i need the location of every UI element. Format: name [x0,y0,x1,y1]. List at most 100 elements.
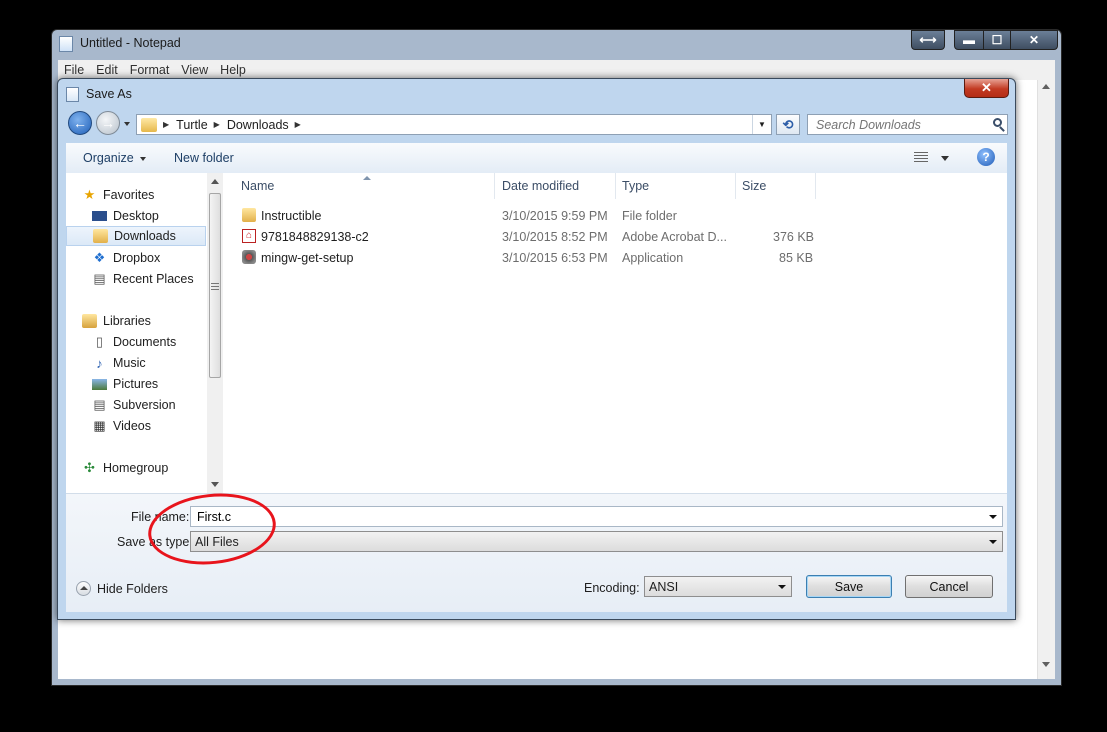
documents-icon: ▯ [95,334,104,349]
nav-label: Videos [113,419,151,433]
column-header-type[interactable]: Type [616,173,736,199]
nav-label: Favorites [103,188,155,202]
search-box[interactable] [807,114,1008,135]
menu-file[interactable]: File [58,63,90,77]
refresh-button[interactable]: ⟲ [776,114,800,135]
hide-folders-button[interactable]: Hide Folders [76,581,168,596]
column-header-date-modified[interactable]: Date modified [496,173,616,199]
scroll-down-arrow-icon[interactable] [211,482,219,487]
help-button[interactable]: ? [977,148,995,166]
chevron-down-icon[interactable] [775,577,789,596]
chevron-down-icon[interactable]: ▼ [752,115,771,134]
expand-icon[interactable]: ⟷ [911,30,945,50]
notepad-close-button[interactable]: ✕ [1010,30,1058,50]
minimize-button[interactable]: ▬ [954,30,984,50]
file-type: Application [622,251,684,265]
navigation-scrollbar[interactable] [207,173,223,493]
nav-videos[interactable]: ▦ Videos [92,416,206,436]
nav-documents[interactable]: ▯ Documents [92,332,206,352]
organize-label: Organize [83,151,134,165]
scroll-up-arrow-icon[interactable] [1042,84,1050,89]
nav-pictures[interactable]: Pictures [92,374,206,394]
recent-places-icon: ▤ [93,271,106,286]
breadcrumb-turtle[interactable]: Turtle [176,118,208,132]
recent-locations-dropdown-icon[interactable] [124,122,130,126]
file-name: mingw-get-setup [261,251,354,265]
file-date: 3/10/2015 8:52 PM [502,230,608,244]
scroll-down-arrow-icon[interactable] [1042,662,1050,667]
nav-libraries[interactable]: Libraries [82,311,206,331]
nav-music[interactable]: ♪ Music [92,353,206,373]
back-button[interactable]: ← [68,111,92,135]
collapse-arrow-icon [76,581,91,596]
chevron-down-icon[interactable] [986,532,1000,551]
notepad-menubar: File Edit Format View Help [58,60,1055,80]
search-icon[interactable] [993,118,1002,127]
chevron-down-icon [139,156,146,161]
file-date: 3/10/2015 9:59 PM [502,209,608,223]
encoding-value: ANSI [649,579,679,594]
scroll-up-arrow-icon[interactable] [211,179,219,184]
organize-button[interactable]: Organize [83,151,146,165]
table-row[interactable]: mingw-get-setup 3/10/2015 6:53 PM Applic… [225,247,825,268]
maximize-button[interactable]: ☐ [983,30,1011,50]
file-date: 3/10/2015 6:53 PM [502,251,608,265]
file-type: Adobe Acrobat D... [622,230,727,244]
nav-recent-places[interactable]: ▤ Recent Places [92,269,206,289]
videos-icon: ▦ [93,418,106,433]
chevron-right-icon[interactable]: ▶ [163,120,169,129]
save-as-type-select[interactable]: All Files [190,531,1003,552]
star-icon: ★ [83,187,96,202]
command-bar: Organize New folder ? [66,143,1007,174]
breadcrumb-downloads[interactable]: Downloads [227,118,289,132]
chevron-right-icon[interactable]: ▶ [295,120,301,129]
table-row[interactable]: ⌂ 9781848829138-c2 3/10/2015 8:52 PM Ado… [225,226,825,247]
save-button[interactable]: Save [806,575,892,598]
file-name-input[interactable] [195,508,929,525]
pdf-icon: ⌂ [242,229,256,243]
view-options-icon[interactable] [914,152,928,163]
notepad-scrollbar[interactable] [1037,80,1055,679]
arrow-left-icon: ← [73,115,87,131]
navigation-row: ← → ▶ Turtle ▶ Downloads ▶ ▼ ⟲ [58,109,1015,139]
notepad-title: Untitled - Notepad [80,36,181,50]
chevron-down-icon[interactable] [986,507,1000,526]
save-as-type-value: All Files [195,534,239,549]
menu-view[interactable]: View [175,63,214,77]
nav-subversion[interactable]: ▤ Subversion [92,395,206,415]
menu-help[interactable]: Help [214,63,252,77]
table-row[interactable]: Instructible 3/10/2015 9:59 PM File fold… [225,205,825,226]
save-as-type-label: Save as type: [117,535,193,549]
menu-format[interactable]: Format [124,63,176,77]
pictures-icon [92,378,107,390]
help-icon: ? [982,150,990,164]
nav-homegroup[interactable]: ✣ Homegroup [82,458,206,478]
chevron-down-icon[interactable] [941,156,949,161]
cancel-button[interactable]: Cancel [905,575,993,598]
refresh-icon: ⟲ [782,116,794,132]
folder-icon [242,208,256,222]
chevron-right-icon[interactable]: ▶ [214,120,220,129]
nav-favorites[interactable]: ★ Favorites [82,185,206,205]
dialog-close-button[interactable]: ✕ [964,79,1009,98]
file-size: 85 KB [779,251,814,265]
scrollbar-grip-icon [211,283,219,290]
nav-desktop[interactable]: Desktop [92,206,206,226]
file-name-field[interactable] [190,506,1003,527]
column-label: Date modified [502,179,580,193]
file-name: Instructible [261,209,322,223]
new-folder-button[interactable]: New folder [174,151,234,165]
address-bar[interactable]: ▶ Turtle ▶ Downloads ▶ ▼ [136,114,772,135]
forward-button[interactable]: → [96,111,120,135]
column-label: Type [622,179,650,193]
nav-label: Downloads [114,229,176,243]
close-icon: ✕ [981,80,992,95]
nav-label: Libraries [103,314,151,328]
menu-edit[interactable]: Edit [90,63,124,77]
encoding-select[interactable]: ANSI [644,576,792,597]
nav-downloads[interactable]: Downloads [66,226,206,246]
search-input[interactable] [814,116,988,133]
nav-dropbox[interactable]: ❖ Dropbox [92,248,206,268]
nav-label: Dropbox [113,251,161,265]
column-header-size[interactable]: Size [736,173,816,199]
